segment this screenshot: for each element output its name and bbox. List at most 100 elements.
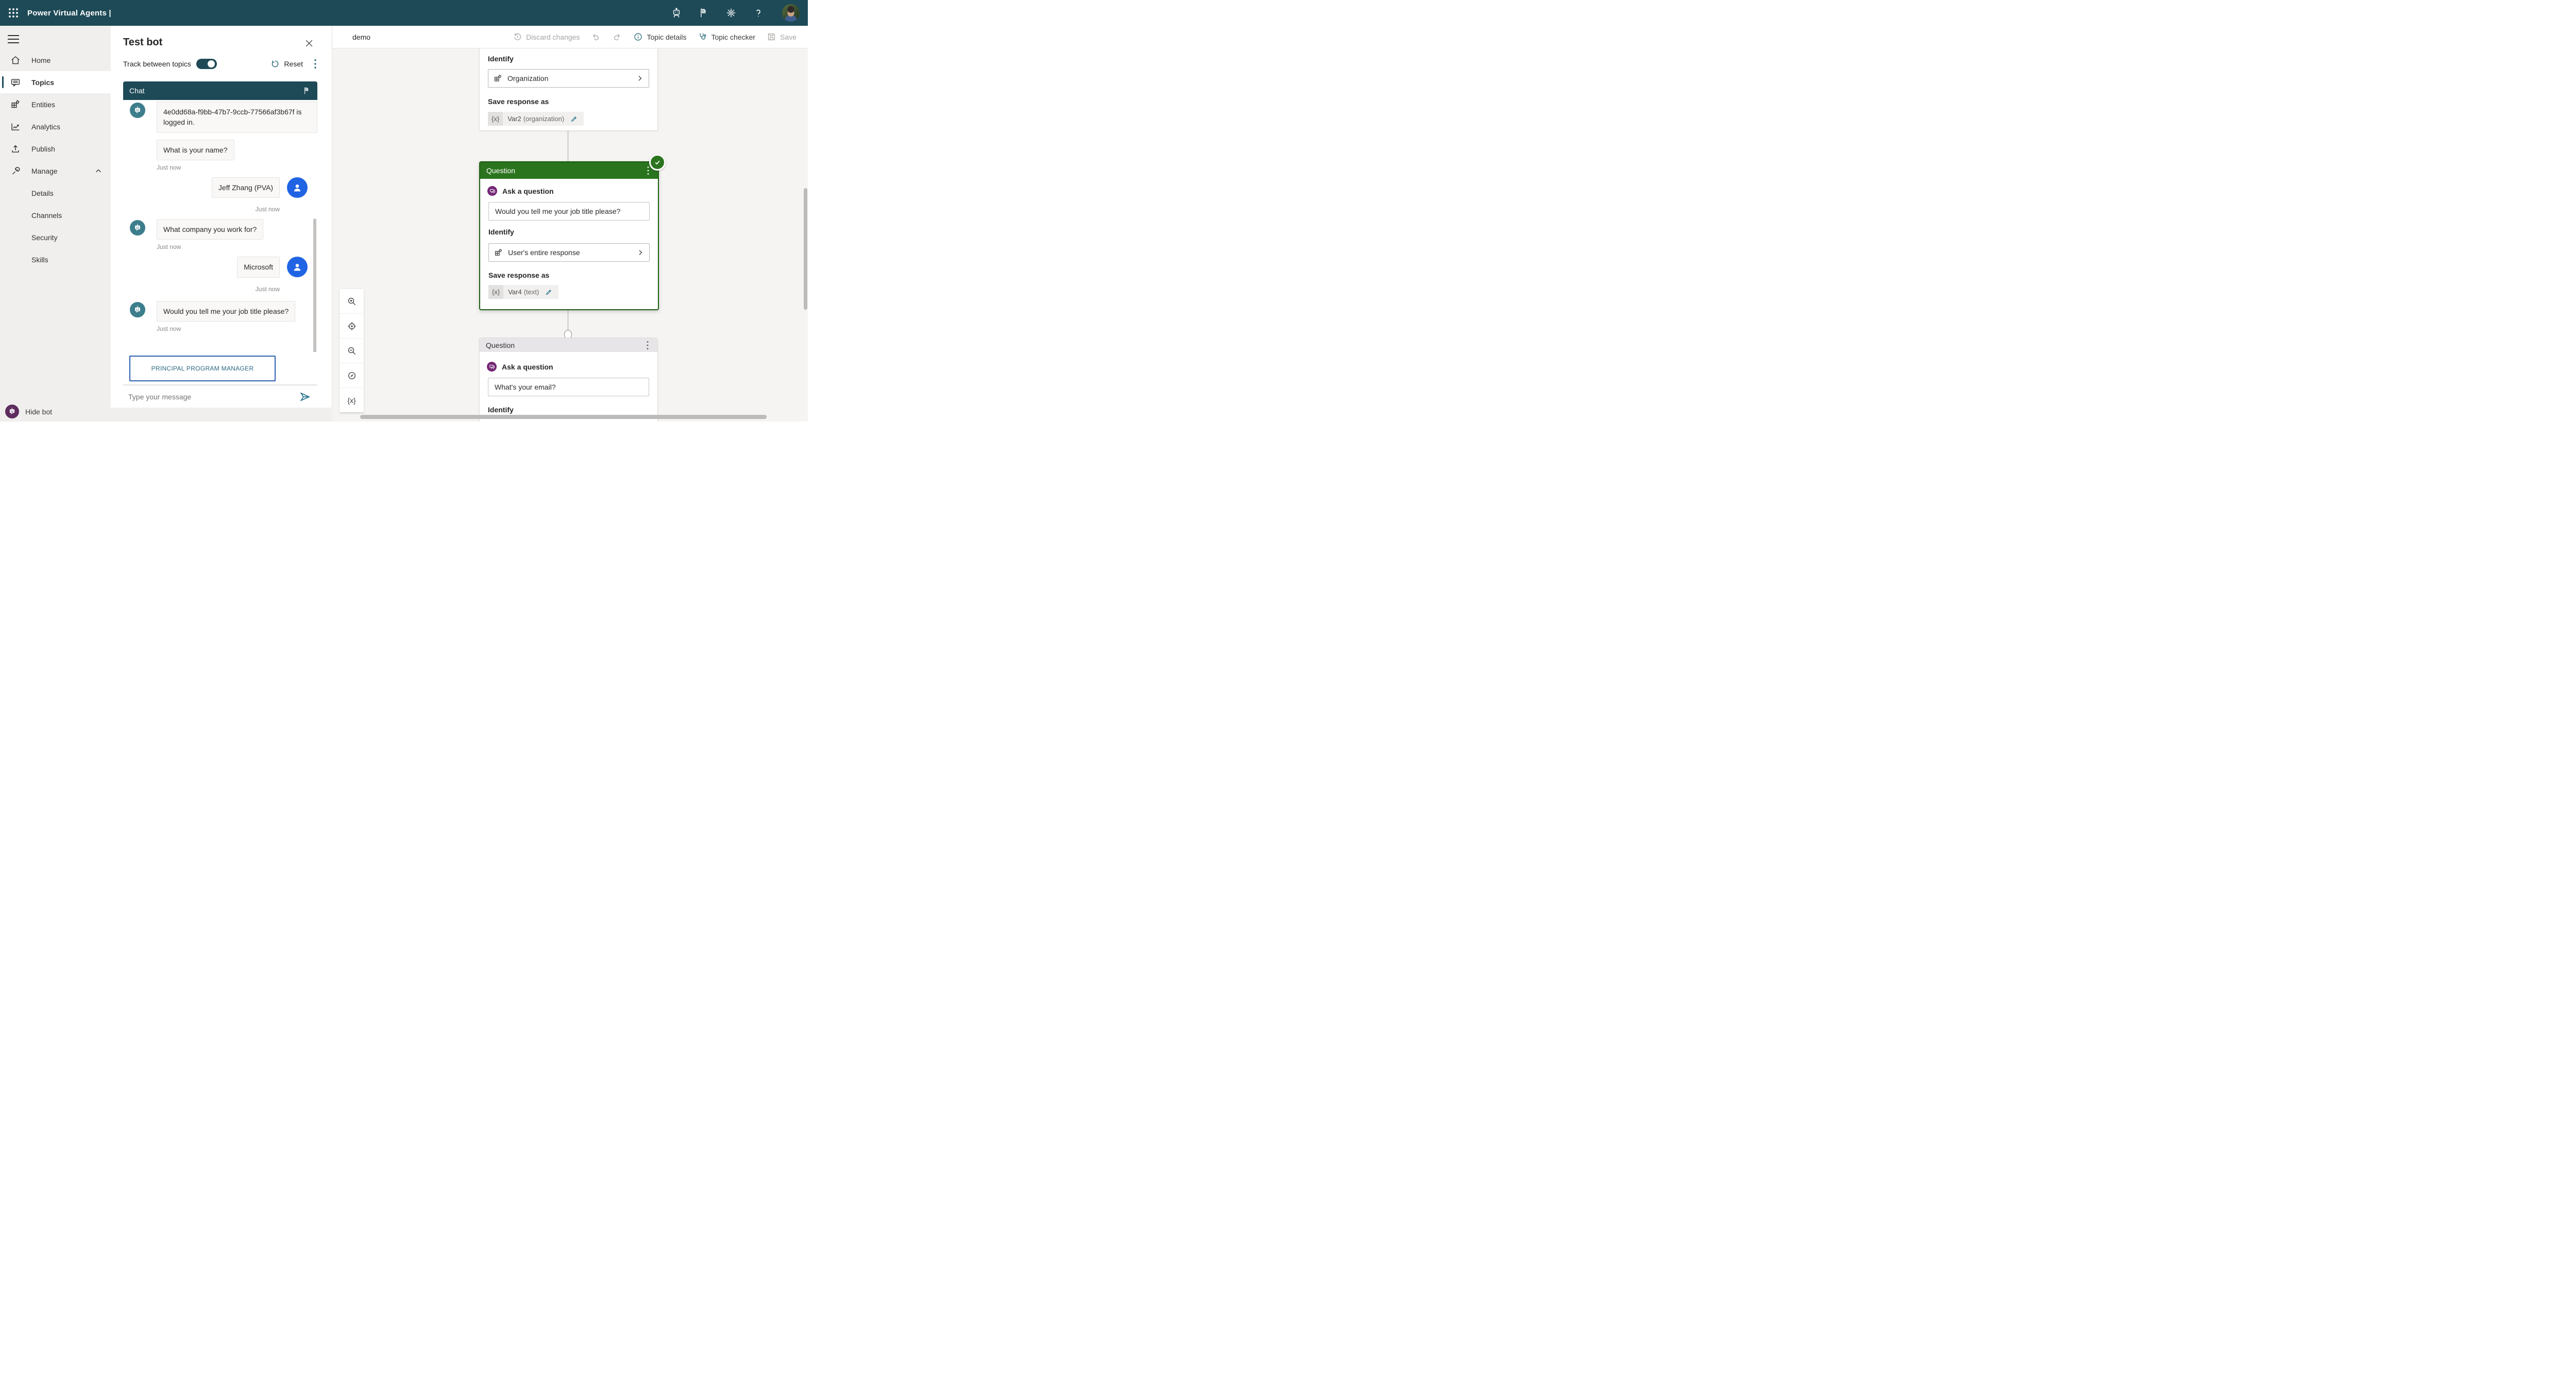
bot-icon[interactable] bbox=[671, 7, 682, 19]
reset-icon bbox=[270, 59, 280, 69]
bot-avatar-icon bbox=[130, 103, 145, 118]
webchat-widget: Chat 4e0dd68a bbox=[123, 81, 317, 408]
ask-question-row: Ask a question bbox=[487, 362, 553, 372]
edit-pencil-icon[interactable] bbox=[570, 115, 578, 123]
publish-icon bbox=[10, 143, 21, 155]
bot-avatar-icon bbox=[5, 405, 19, 418]
sidebar-item-label: Analytics bbox=[31, 123, 60, 131]
stethoscope-icon bbox=[698, 32, 707, 42]
canvas-zoom-toolbar: {x} bbox=[340, 289, 364, 412]
minimap-button[interactable] bbox=[340, 363, 364, 388]
node-question-email[interactable]: Question Ask a question What's your emai… bbox=[479, 338, 658, 422]
variable-chip[interactable]: {x} Var2 (organization) bbox=[488, 112, 584, 126]
identify-entity-select[interactable]: User's entire response bbox=[488, 243, 650, 262]
save-response-label: Save response as bbox=[488, 97, 549, 106]
variable-type: (organization) bbox=[523, 115, 565, 123]
manage-wrench-icon bbox=[10, 165, 21, 177]
send-icon[interactable] bbox=[299, 391, 311, 403]
waffle-grid-icon bbox=[8, 7, 19, 19]
identify-label: Identify bbox=[488, 406, 514, 414]
sidebar-item-channels[interactable]: Channels bbox=[0, 204, 111, 226]
collapse-menu-icon[interactable] bbox=[8, 32, 19, 42]
chevron-up-icon[interactable] bbox=[94, 166, 103, 176]
sidebar-item-analytics[interactable]: Analytics bbox=[0, 115, 111, 138]
info-icon bbox=[633, 32, 643, 42]
reset-button[interactable]: Reset bbox=[270, 59, 303, 69]
variable-chip[interactable]: {x} Var4 (text) bbox=[488, 285, 558, 299]
test-bot-panel: Test bot Track between topics Reset Chat bbox=[111, 26, 332, 422]
node-question-organization[interactable]: Identify Organization Save response as {… bbox=[479, 48, 658, 131]
variables-button[interactable]: {x} bbox=[340, 388, 364, 412]
page-vertical-scrollbar[interactable] bbox=[804, 188, 807, 310]
node-more-options-icon[interactable] bbox=[644, 341, 651, 350]
node-header[interactable]: Question bbox=[480, 338, 657, 352]
close-icon[interactable] bbox=[304, 38, 314, 48]
chat-flag-icon[interactable] bbox=[302, 86, 311, 95]
sidebar-item-topics[interactable]: Topics bbox=[0, 71, 111, 93]
zoom-in-button[interactable] bbox=[340, 289, 364, 314]
center-canvas-button[interactable] bbox=[340, 314, 364, 339]
bot-message-bubble: What company you work for? bbox=[157, 219, 263, 240]
sidebar-item-details[interactable]: Details bbox=[0, 182, 111, 204]
top-bar-actions bbox=[671, 4, 808, 22]
track-between-topics-toggle[interactable] bbox=[196, 59, 217, 69]
message-timestamp: Just now bbox=[157, 164, 317, 171]
identify-entity-select[interactable]: Organization bbox=[488, 69, 649, 88]
message-timestamp: Just now bbox=[123, 286, 280, 293]
ask-question-label: Ask a question bbox=[502, 363, 553, 371]
zoom-in-icon bbox=[347, 296, 357, 307]
sidebar-item-label: Manage bbox=[31, 167, 58, 175]
hide-bot-button[interactable]: Hide bot bbox=[5, 405, 52, 418]
more-options-icon[interactable] bbox=[311, 59, 319, 69]
track-between-topics-label: Track between topics bbox=[123, 60, 191, 68]
sidebar-item-manage[interactable]: Manage bbox=[0, 160, 111, 182]
bot-message-group: Would you tell me your job title please?… bbox=[123, 301, 317, 332]
entity-value: User's entire response bbox=[508, 248, 580, 257]
variable-name: Var4 bbox=[508, 288, 522, 296]
help-icon[interactable] bbox=[753, 7, 764, 19]
question-bubbles-icon bbox=[487, 186, 497, 196]
chat-message-input[interactable] bbox=[123, 392, 299, 401]
test-bot-controls: Track between topics Reset bbox=[123, 57, 319, 71]
chat-scrollbar[interactable] bbox=[313, 219, 316, 352]
save-button[interactable]: Save bbox=[767, 32, 796, 42]
bot-message-group: 4e0dd68a-f9bb-47b7-9ccb-77566af3b67f is … bbox=[123, 102, 317, 171]
node-question-job-title-selected[interactable]: Question Ask a question Would you tell m… bbox=[479, 161, 659, 310]
canvas-horizontal-scrollbar[interactable] bbox=[360, 415, 767, 419]
question-text-input[interactable]: What's your email? bbox=[488, 378, 649, 396]
sidebar-item-entities[interactable]: Entities bbox=[0, 93, 111, 115]
zoom-out-icon bbox=[347, 346, 357, 356]
sidebar-item-publish[interactable]: Publish bbox=[0, 138, 111, 160]
node-header[interactable]: Question bbox=[480, 162, 658, 179]
topic-details-button[interactable]: Topic details bbox=[633, 32, 686, 42]
topic-checker-label: Topic checker bbox=[711, 33, 755, 41]
bot-avatar-icon bbox=[130, 302, 145, 317]
home-icon bbox=[10, 55, 21, 66]
question-text-input[interactable]: Would you tell me your job title please? bbox=[488, 202, 650, 221]
power-virtual-agents-app: Power Virtual Agents | bbox=[0, 0, 808, 422]
discard-changes-button[interactable]: Discard changes bbox=[513, 32, 580, 42]
test-bot-title: Test bot bbox=[123, 37, 162, 48]
app-launcher-icon[interactable] bbox=[7, 6, 20, 20]
save-label: Save bbox=[780, 33, 796, 41]
sidebar-item-label: Security bbox=[31, 233, 58, 242]
message-timestamp: Just now bbox=[123, 206, 280, 213]
user-avatar-icon bbox=[287, 177, 308, 198]
zoom-out-button[interactable] bbox=[340, 339, 364, 363]
identify-label: Identify bbox=[488, 228, 514, 236]
flag-icon[interactable] bbox=[698, 7, 709, 19]
suggested-action-button[interactable]: PRINCIPAL PROGRAM MANAGER bbox=[129, 356, 276, 381]
undo-icon[interactable] bbox=[591, 32, 601, 42]
edit-pencil-icon[interactable] bbox=[545, 288, 553, 296]
sidebar-item-security[interactable]: Security bbox=[0, 226, 111, 248]
sidebar-item-home[interactable]: Home bbox=[0, 49, 111, 71]
sidebar-item-label: Entities bbox=[31, 100, 55, 109]
user-message-group: Microsoft Just now bbox=[123, 257, 317, 292]
redo-icon[interactable] bbox=[612, 32, 622, 42]
sidebar-item-skills[interactable]: Skills bbox=[0, 248, 111, 271]
settings-gear-icon[interactable] bbox=[725, 7, 737, 19]
topic-checker-button[interactable]: Topic checker bbox=[698, 32, 755, 42]
account-avatar[interactable] bbox=[782, 4, 800, 22]
question-bubbles-icon bbox=[487, 362, 497, 372]
save-icon bbox=[767, 32, 776, 42]
